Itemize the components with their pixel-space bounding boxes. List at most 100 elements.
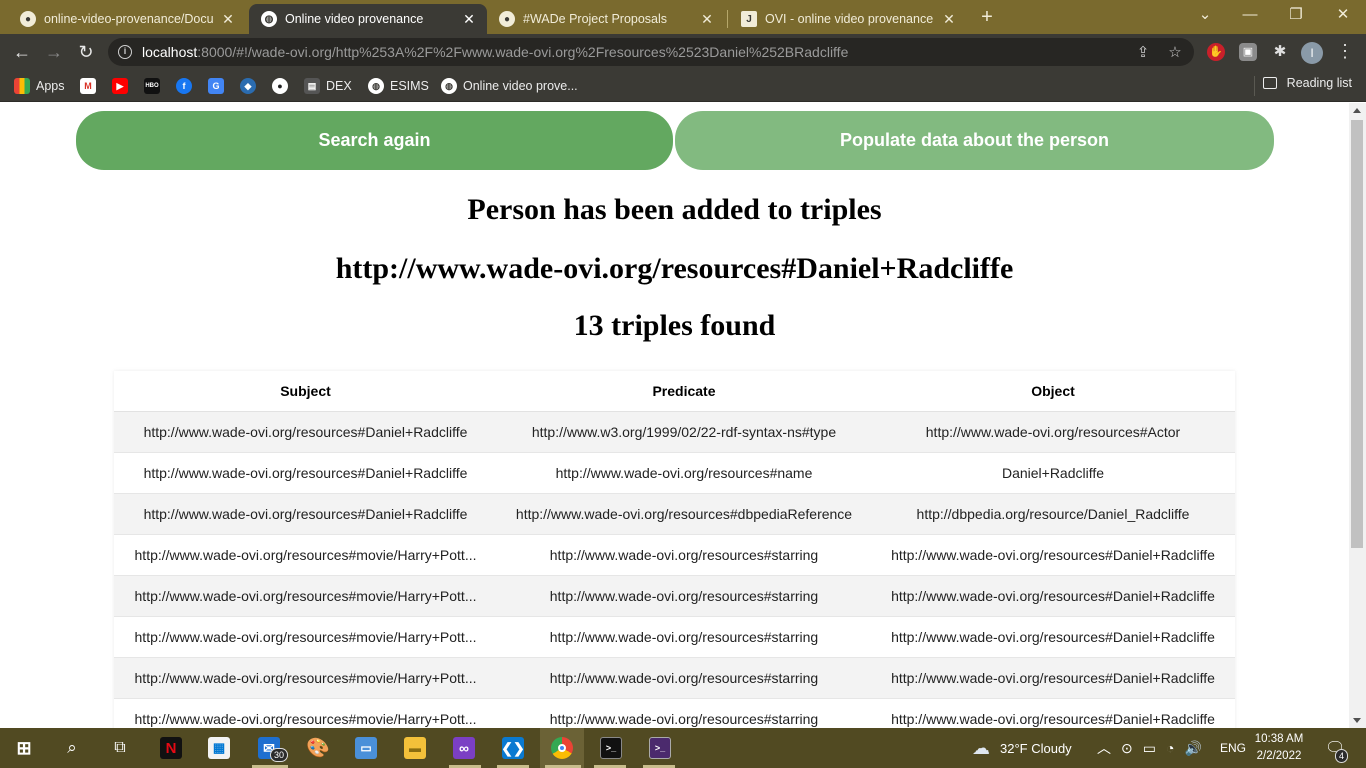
chrome-icon[interactable]	[548, 734, 576, 762]
minimize-icon[interactable]: —	[1227, 0, 1273, 34]
bookmark-dex[interactable]: ▤ DEX	[304, 76, 352, 96]
table-header-row: Subject Predicate Object	[114, 371, 1235, 412]
windows-start-icon[interactable]: ⊞	[10, 734, 38, 762]
forward-arrow-icon[interactable]: →	[42, 40, 66, 64]
bookmark-site[interactable]: ◆	[240, 76, 256, 96]
tab-title: OVI - online video provenance -	[765, 12, 935, 26]
scroll-down-arrow-icon[interactable]	[1353, 718, 1361, 723]
bookmark-apps[interactable]: Apps	[14, 76, 65, 96]
cloud-icon: ☁	[972, 737, 990, 758]
netflix-icon[interactable]: N	[157, 734, 185, 762]
adblock-extension-icon[interactable]: ✋	[1207, 43, 1225, 61]
object-cell: Daniel+Radcliffe	[871, 452, 1235, 494]
extension-icon[interactable]: ▣	[1239, 43, 1257, 61]
youtube-icon: ▶	[112, 78, 128, 94]
tab-online-video-provenance[interactable]: ◍ Online video provenance ✕	[249, 4, 487, 34]
wifi-icon[interactable]: ◔	[1166, 740, 1174, 756]
windows-logo-icon: ⊞	[16, 737, 32, 758]
predicate-cell: http://www.w3.org/1999/02/22-rdf-syntax-…	[497, 411, 871, 453]
page-scrollbar[interactable]	[1349, 103, 1366, 728]
bookmark-label: ESIMS	[390, 79, 429, 93]
search-again-button[interactable]: Search again	[76, 111, 673, 170]
tab-search-chevron-icon[interactable]: ⌄	[1182, 0, 1228, 34]
bookmark-star-icon[interactable]: ☆	[1166, 44, 1184, 62]
predicate-cell: http://www.wade-ovi.org/resources#starri…	[497, 534, 871, 576]
table-row: http://www.wade-ovi.org/resources#Daniel…	[114, 452, 1235, 494]
bookmark-icon: ◆	[240, 78, 256, 94]
object-cell: http://www.wade-ovi.org/resources#Daniel…	[871, 534, 1235, 576]
predicate-cell: http://www.wade-ovi.org/resources#name	[497, 452, 871, 494]
visual-studio-icon[interactable]: ∞	[450, 734, 478, 762]
object-cell: http://www.wade-ovi.org/resources#Daniel…	[871, 698, 1235, 728]
task-view-icon[interactable]: ⧉	[106, 734, 134, 762]
search-icon[interactable]: ⌕	[58, 734, 86, 762]
close-window-icon[interactable]: ✕	[1320, 0, 1366, 34]
close-tab-icon[interactable]: ✕	[220, 11, 236, 28]
restore-icon[interactable]: ❐	[1273, 0, 1319, 34]
new-tab-plus-icon[interactable]: +	[976, 6, 998, 28]
globe-icon: ◍	[368, 78, 384, 94]
subject-cell: http://www.wade-ovi.org/resources#Daniel…	[114, 452, 497, 494]
bookmark-facebook[interactable]: f	[176, 76, 192, 96]
url-text: localhost:8000/#!/wade-ovi.org/http%253A…	[142, 44, 848, 60]
bookmark-gmail[interactable]: M	[80, 76, 96, 96]
clock-date: 2/2/2022	[1256, 750, 1302, 762]
bookmark-youtube[interactable]: ▶	[112, 76, 128, 96]
object-cell: http://www.wade-ovi.org/resources#Daniel…	[871, 657, 1235, 699]
column-header-object[interactable]: Object	[871, 371, 1235, 412]
close-tab-icon[interactable]: ✕	[941, 11, 957, 28]
triples-table: Subject Predicate Object http://www.wade…	[114, 371, 1235, 728]
back-arrow-icon[interactable]: ←	[10, 40, 34, 64]
column-header-subject[interactable]: Subject	[114, 371, 497, 412]
reload-icon[interactable]: ↻	[74, 40, 98, 64]
weather-widget[interactable]: ☁ 32°F Cloudy	[972, 728, 1072, 768]
paint-icon[interactable]: 🎨	[304, 734, 332, 762]
browser-toolbar: ← → ↻ i localhost:8000/#!/wade-ovi.org/h…	[0, 34, 1366, 70]
tab-wade-proposals[interactable]: ● #WADe Project Proposals ✕	[487, 4, 725, 34]
populate-data-button[interactable]: Populate data about the person	[675, 111, 1274, 170]
file-explorer-icon[interactable]: ▬	[401, 734, 429, 762]
share-icon[interactable]: ⇪	[1134, 44, 1152, 62]
close-tab-icon[interactable]: ✕	[699, 11, 715, 28]
dex-icon: ▤	[304, 78, 320, 94]
column-header-predicate[interactable]: Predicate	[497, 371, 871, 412]
bookmark-hbo-go[interactable]: HBO	[144, 76, 160, 96]
input-language[interactable]: ENG	[1220, 728, 1246, 768]
microsoft-store-icon[interactable]: ▦	[205, 734, 233, 762]
usb-icon[interactable]: ⊙	[1121, 740, 1133, 757]
reading-list[interactable]: Reading list	[1262, 76, 1352, 90]
bookmarks-bar: Apps M ▶ HBO f G ◆ ● ▤ DEX ◍ ESIMS ◍ Onl…	[0, 70, 1366, 102]
screen: ● online-video-provenance/Docum ✕ ◍ Onli…	[0, 0, 1366, 768]
github-icon: ●	[272, 78, 288, 94]
remote-desktop-icon[interactable]: ▭	[352, 734, 380, 762]
tab-github-docs[interactable]: ● online-video-provenance/Docum ✕	[8, 4, 246, 34]
person-added-heading: Person has been added to triples	[467, 193, 882, 226]
mail-unread-badge: 30	[270, 748, 289, 762]
scroll-up-arrow-icon[interactable]	[1353, 108, 1361, 113]
more-menu-icon[interactable]: ⋮	[1336, 40, 1354, 64]
show-hidden-icons-chevron-icon[interactable]: ︿	[1097, 738, 1111, 758]
taskbar-clock[interactable]: 10:38 AM 2/2/2022	[1246, 731, 1312, 765]
powershell-icon[interactable]: >_	[646, 734, 674, 762]
vscode-icon[interactable]: ❮❯	[499, 734, 527, 762]
profile-avatar[interactable]: I	[1301, 42, 1323, 64]
vscode-logo-icon: ❮❯	[501, 737, 525, 759]
github-icon: ●	[20, 11, 36, 27]
bookmark-google-translate[interactable]: G	[208, 76, 224, 96]
address-bar[interactable]: i localhost:8000/#!/wade-ovi.org/http%25…	[108, 38, 1194, 66]
site-info-icon[interactable]: i	[118, 45, 132, 59]
battery-icon[interactable]: ▭	[1143, 740, 1156, 757]
volume-icon[interactable]: 🔊	[1184, 740, 1201, 757]
bookmark-github[interactable]: ●	[272, 76, 288, 96]
scrollbar-thumb[interactable]	[1351, 120, 1363, 548]
close-tab-icon[interactable]: ✕	[461, 11, 477, 28]
terminal-icon[interactable]: >_	[597, 734, 625, 762]
object-cell: http://www.wade-ovi.org/resources#Daniel…	[871, 575, 1235, 617]
tab-ovi[interactable]: J OVI - online video provenance - ✕	[729, 4, 967, 34]
clock-time: 10:38 AM	[1254, 733, 1304, 745]
table-row: http://www.wade-ovi.org/resources#movie/…	[114, 657, 1235, 699]
bookmark-esims[interactable]: ◍ ESIMS	[368, 76, 429, 96]
bookmark-online-video[interactable]: ◍ Online video prove...	[441, 76, 578, 96]
bookmark-label: DEX	[326, 79, 352, 93]
puzzle-extensions-icon[interactable]: ✱	[1271, 43, 1289, 61]
